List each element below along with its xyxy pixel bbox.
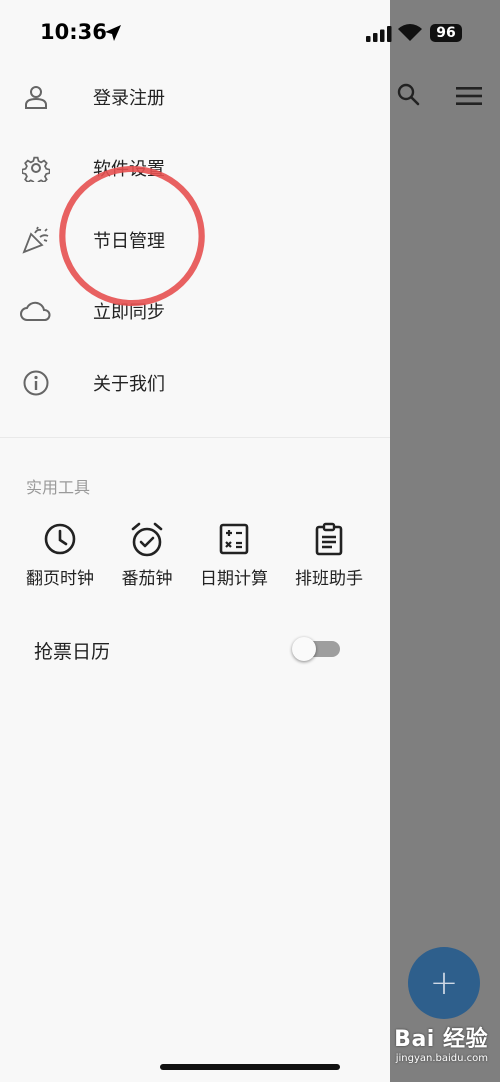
menu-item-label: 关于我们 (93, 374, 165, 395)
watermark-logo: Bai 经验 (394, 1027, 488, 1052)
tool-date-calculator[interactable]: 日期计算 (189, 522, 279, 589)
status-bar: 10:36 96 (0, 0, 500, 64)
clipboard-icon (284, 522, 374, 558)
plus-icon: + (429, 963, 459, 1003)
divider (0, 437, 390, 438)
tool-label: 日期计算 (200, 569, 268, 589)
person-icon (20, 81, 52, 113)
menu-item-sync[interactable]: 立即同步 (0, 281, 390, 341)
location-arrow-icon (104, 24, 122, 46)
ticket-calendar-toggle[interactable] (292, 637, 342, 661)
wifi-icon (398, 24, 422, 46)
status-time: 10:36 (40, 20, 107, 44)
tool-label: 翻页时钟 (26, 569, 94, 589)
tool-flip-clock[interactable]: 翻页时钟 (15, 522, 105, 589)
tool-label: 排班助手 (295, 569, 363, 589)
alarm-clock-icon (102, 522, 192, 558)
search-icon (396, 82, 420, 110)
gear-icon (20, 152, 52, 184)
calculator-icon (189, 522, 279, 558)
ticket-calendar-label: 抢票日历 (34, 641, 111, 663)
tools-section-title: 实用工具 (26, 478, 91, 497)
menu-item-settings[interactable]: 软件设置 (0, 138, 390, 198)
hamburger-menu-icon (456, 86, 482, 110)
cloud-icon (18, 295, 54, 327)
dimmed-background[interactable] (390, 0, 500, 1082)
add-fab-button[interactable]: + (408, 947, 480, 1019)
clock-icon (15, 522, 105, 558)
watermark: Bai 经验 jingyan.baidu.com (394, 1021, 488, 1064)
watermark-url: jingyan.baidu.com (395, 1053, 488, 1064)
battery-level: 96 (436, 25, 456, 41)
battery-icon: 96 (430, 24, 462, 42)
home-indicator[interactable] (160, 1064, 340, 1070)
toggle-knob (292, 637, 316, 661)
info-icon (20, 367, 52, 399)
menu-item-login[interactable]: 登录注册 (0, 67, 390, 127)
tool-shift-assistant[interactable]: 排班助手 (284, 522, 374, 589)
menu-item-label: 登录注册 (93, 88, 165, 109)
tool-pomodoro[interactable]: 番茄钟 (102, 522, 192, 589)
annotation-circle (59, 166, 205, 306)
menu-item-about[interactable]: 关于我们 (0, 353, 390, 413)
party-popper-icon (20, 224, 52, 256)
cellular-signal-icon (366, 26, 392, 46)
tool-label: 番茄钟 (121, 569, 173, 589)
navigation-drawer: 登录注册 软件设置 节日管理 立即同步 关于我们 实用工具 翻页时钟 番茄钟 日… (0, 0, 390, 1082)
